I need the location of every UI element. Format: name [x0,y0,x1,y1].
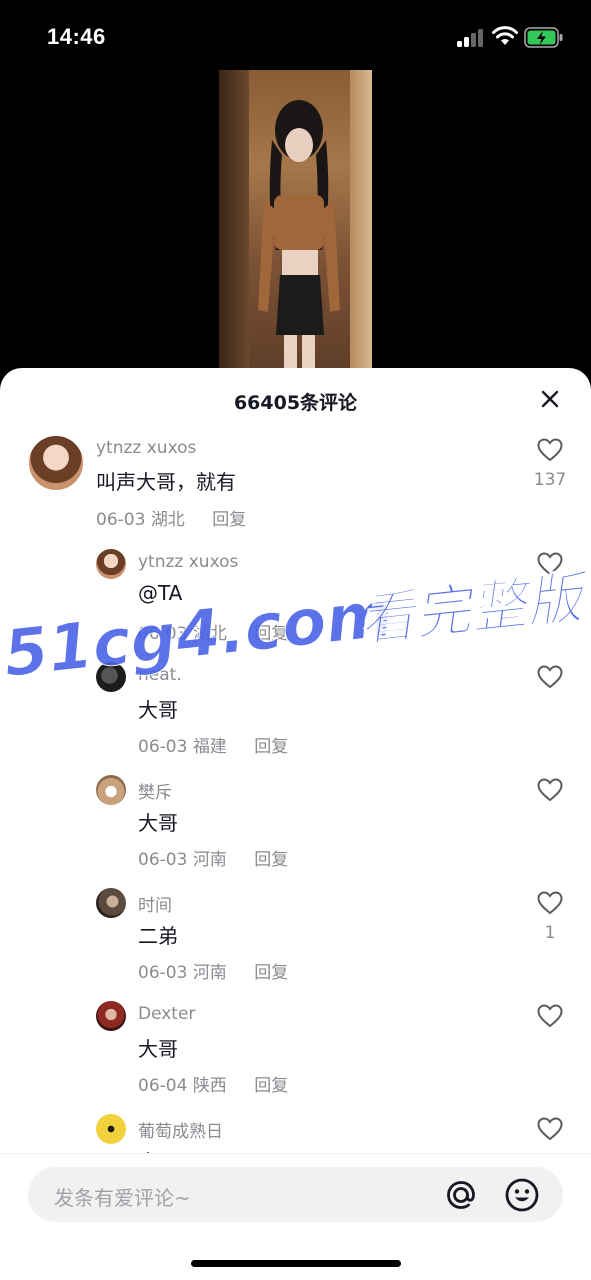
avatar[interactable] [96,1114,126,1144]
video-thumbnail[interactable] [219,70,372,390]
comment-author[interactable]: 樊斥 [138,778,172,803]
comment-text: 大哥 [138,698,178,722]
heart-icon [537,891,563,915]
comments-count-title: 66405条评论 [233,392,358,414]
heart-icon [537,552,563,576]
comments-header: 66405条评论 [0,368,591,432]
comment-author[interactable]: Dexter [138,1004,195,1024]
comment-meta: 06-03 河南 回复 [138,845,288,870]
reply-button[interactable]: 回复 [212,510,246,530]
reply-item: 樊斥 大哥 06-03 河南 回复 [0,772,591,882]
home-indicator [191,1260,401,1267]
comment-date: 06-03 [138,737,188,757]
avatar[interactable] [29,436,83,490]
comment-date: 06-04 [138,1076,188,1096]
reply-button[interactable]: 回复 [254,1076,288,1096]
comment-author[interactable]: ytnzz xuxos [138,552,238,572]
comment-text: 大哥 [138,811,178,835]
comment-location: 湖北 [192,624,227,644]
comment-location: 河南 [192,963,227,983]
comment-date: 06-03 [96,510,146,530]
avatar[interactable] [96,888,126,918]
comment-input[interactable]: 发条有爱评论~ [28,1167,563,1222]
like-button[interactable] [537,552,563,580]
avatar[interactable] [96,1001,126,1031]
comment-date: 06-03 [138,963,188,983]
comment-author[interactable]: 葡萄成熟日 [138,1117,223,1142]
like-button[interactable] [537,1117,563,1145]
comment-author[interactable]: neat. [138,665,182,685]
heart-icon [537,438,563,462]
like-button[interactable]: 137 [534,438,566,490]
reply-item: 时间 二弟 06-03 河南 回复 1 [0,885,591,995]
comment-author[interactable]: 时间 [138,891,172,916]
emoji-icon[interactable] [504,1177,540,1213]
comment-meta: 06-03 河南 回复 [138,958,288,983]
comment-text: 二弟 [138,924,178,948]
heart-icon [537,665,563,689]
status-bar: 14:46 [0,0,591,70]
heart-icon [537,1004,563,1028]
comment-text: 大哥 [138,1037,178,1061]
like-count: 137 [533,470,567,490]
video-person-figure [258,100,340,390]
comment-location: 河南 [192,850,227,870]
avatar[interactable] [96,662,126,692]
heart-icon [537,1117,563,1141]
reply-button[interactable]: 回复 [254,737,288,757]
comment-text: 叫声大哥，就有 [96,470,236,494]
comment-author[interactable]: ytnzz xuxos [96,438,196,458]
heart-icon [537,778,563,802]
reply-item: ytnzz xuxos @TA 06-03 湖北 回复 [0,546,591,656]
reply-button[interactable]: 回复 [254,963,288,983]
like-button[interactable] [537,1004,563,1032]
comment-meta: 06-04 陕西 回复 [138,1071,288,1096]
comment-input-placeholder: 发条有爱评论~ [54,1186,191,1210]
battery-charging-icon [524,27,564,48]
status-time: 14:46 [47,24,106,49]
cellular-signal-icon [457,27,485,47]
like-button[interactable] [537,778,563,806]
like-count: 1 [544,923,556,943]
comment-location: 湖北 [150,510,185,530]
video-wall [350,70,372,390]
reply-item: neat. 大哥 06-03 福建 回复 [0,659,591,769]
like-button[interactable] [537,665,563,693]
comment-location: 陕西 [192,1076,227,1096]
comment-input-bar: 发条有爱评论~ [0,1153,591,1280]
comments-sheet: 66405条评论 ytnzz xuxos 叫声大哥，就有 06-03 湖北 回复… [0,368,591,1280]
comment-text: @TA [138,581,183,605]
wifi-icon [491,25,519,47]
close-icon[interactable] [539,388,561,410]
comment-date: 06-03 [138,624,188,644]
avatar[interactable] [96,549,126,579]
like-button[interactable]: 1 [537,891,563,943]
at-icon[interactable] [443,1177,479,1213]
comment-date: 06-03 [138,850,188,870]
comment-meta: 06-03 湖北 回复 [96,505,246,530]
reply-item: Dexter 大哥 06-04 陕西 回复 [0,998,591,1108]
comment-meta: 06-03 湖北 回复 [138,619,288,644]
reply-button[interactable]: 回复 [254,624,288,644]
comment-meta: 06-03 福建 回复 [138,732,288,757]
comment-item: ytnzz xuxos 叫声大哥，就有 06-03 湖北 回复 137 [0,432,591,542]
comment-location: 福建 [192,737,227,757]
reply-button[interactable]: 回复 [254,850,288,870]
avatar[interactable] [96,775,126,805]
video-door-frame [219,70,249,390]
